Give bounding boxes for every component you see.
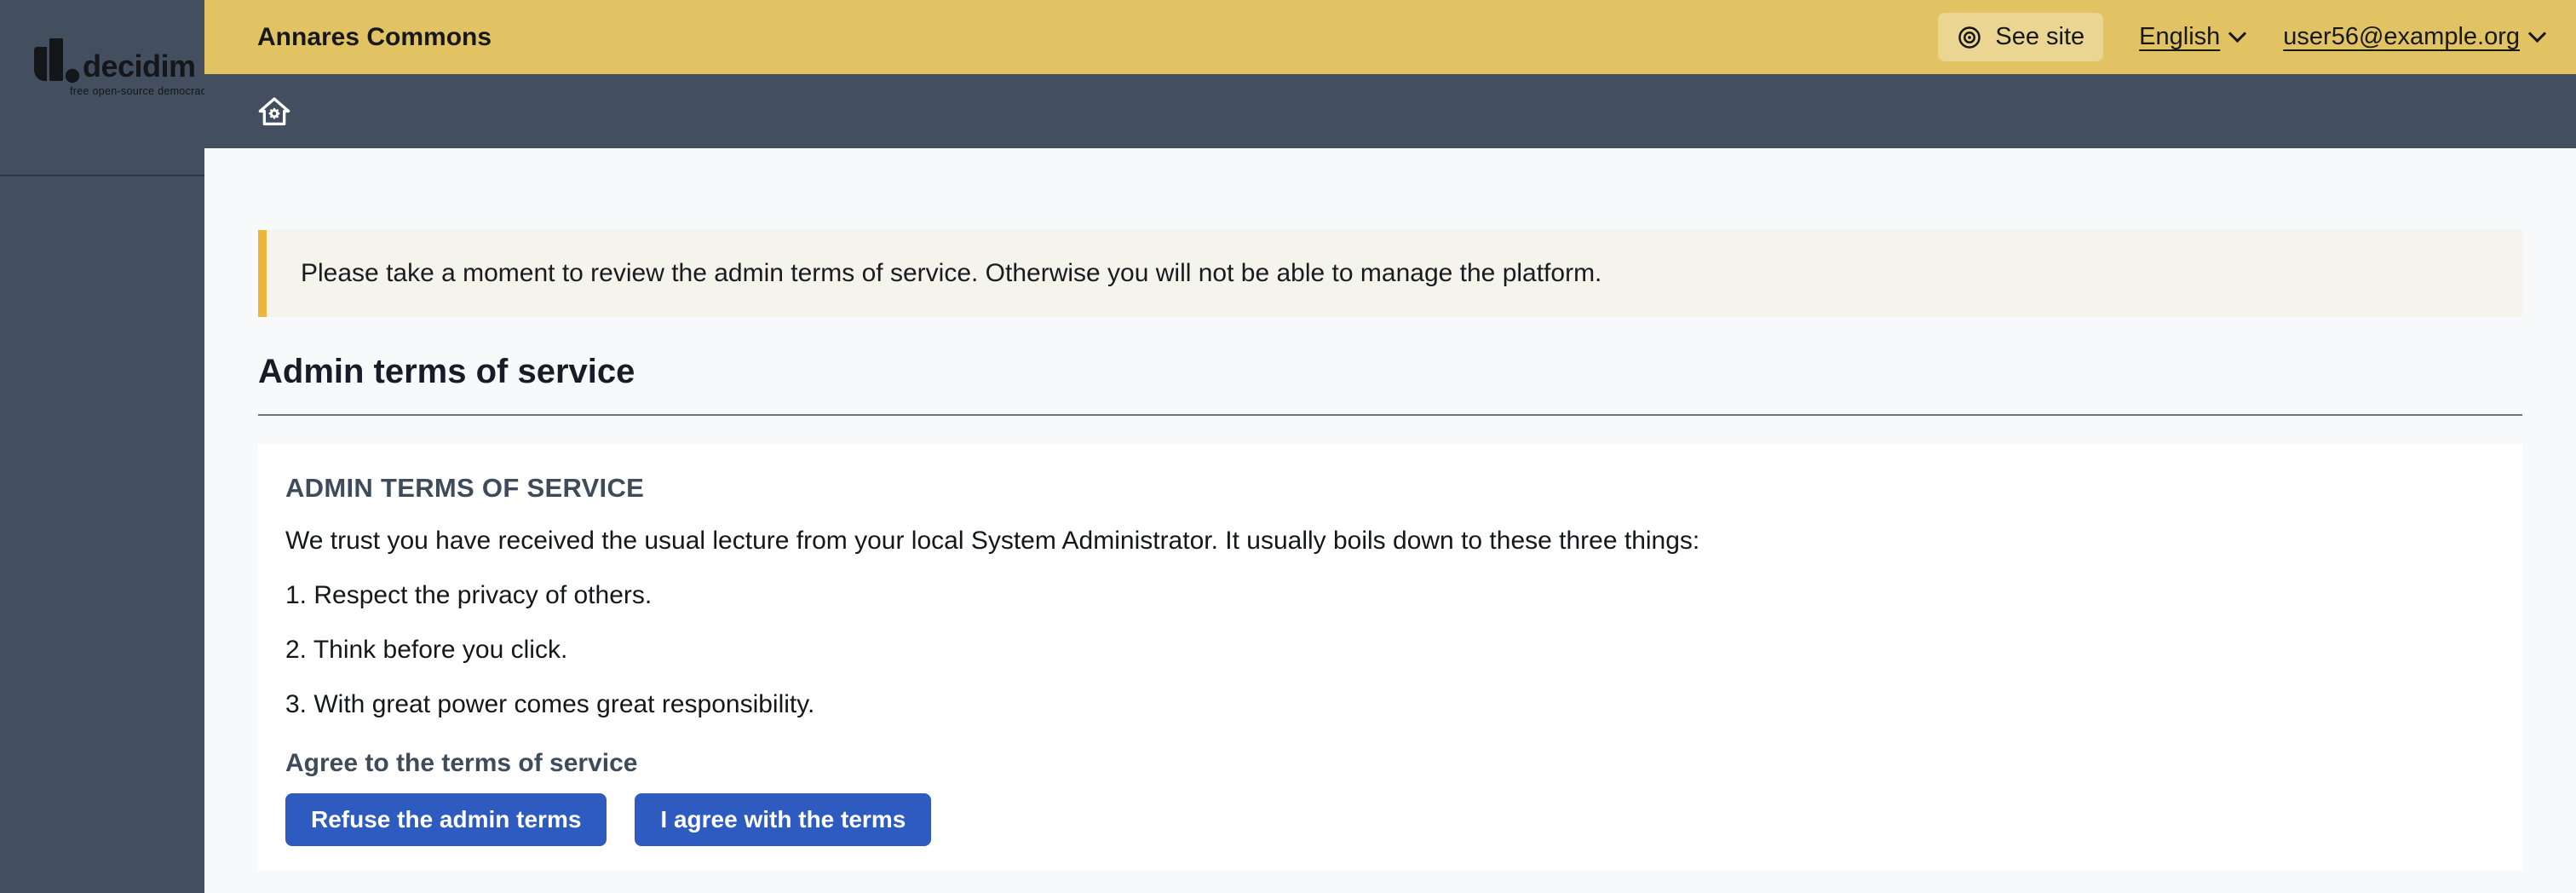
admin-subnav (204, 74, 2576, 148)
topbar-actions: See site English user56@example.org (1938, 13, 2544, 61)
language-dropdown[interactable]: English (2139, 23, 2244, 51)
home-gear-icon (257, 95, 291, 129)
see-site-label: See site (1995, 23, 2084, 51)
terms-card: ADMIN TERMS OF SERVICE We trust you have… (258, 444, 2522, 870)
agree-terms-button[interactable]: I agree with the terms (635, 793, 931, 846)
language-label: English (2139, 23, 2220, 51)
logo-wordmark: decidim (83, 51, 196, 82)
callout-text: Please take a moment to review the admin… (301, 257, 1601, 290)
main-shell: Annares Commons See site English user56@… (204, 0, 2576, 893)
terms-list-item: 2. Think before you click. (285, 635, 2488, 665)
terms-list-item: 3. With great power comes great responsi… (285, 689, 2488, 720)
decidim-logo-icon (26, 37, 80, 84)
user-menu-dropdown[interactable]: user56@example.org (2283, 23, 2544, 51)
chevron-down-icon (2528, 25, 2546, 43)
admin-sidebar: decidim free open-source democracy (0, 0, 204, 893)
content-area: Please take a moment to review the admin… (204, 148, 2576, 893)
organization-title: Annares Commons (257, 23, 492, 52)
tos-warning-callout: Please take a moment to review the admin… (258, 230, 2522, 317)
terms-heading: ADMIN TERMS OF SERVICE (285, 473, 2488, 504)
chevron-down-icon (2228, 25, 2246, 43)
page-title: Admin terms of service (258, 351, 2522, 392)
logo-tagline: free open-source democracy (70, 85, 212, 97)
terms-list-item: 1. Respect the privacy of others. (285, 580, 2488, 611)
refuse-terms-button[interactable]: Refuse the admin terms (285, 793, 607, 846)
home-button[interactable] (257, 95, 291, 129)
sidebar-divider (0, 175, 204, 176)
terms-intro: We trust you have received the usual lec… (285, 526, 2488, 556)
admin-topbar: Annares Commons See site English user56@… (204, 0, 2576, 74)
eye-icon (1957, 25, 1982, 50)
see-site-button[interactable]: See site (1938, 13, 2103, 61)
terms-actions: Refuse the admin terms I agree with the … (285, 793, 2488, 846)
agree-heading: Agree to the terms of service (285, 749, 2488, 778)
title-divider (258, 414, 2522, 416)
decidim-logo[interactable]: decidim free open-source democracy (26, 37, 196, 99)
user-email: user56@example.org (2283, 23, 2520, 51)
